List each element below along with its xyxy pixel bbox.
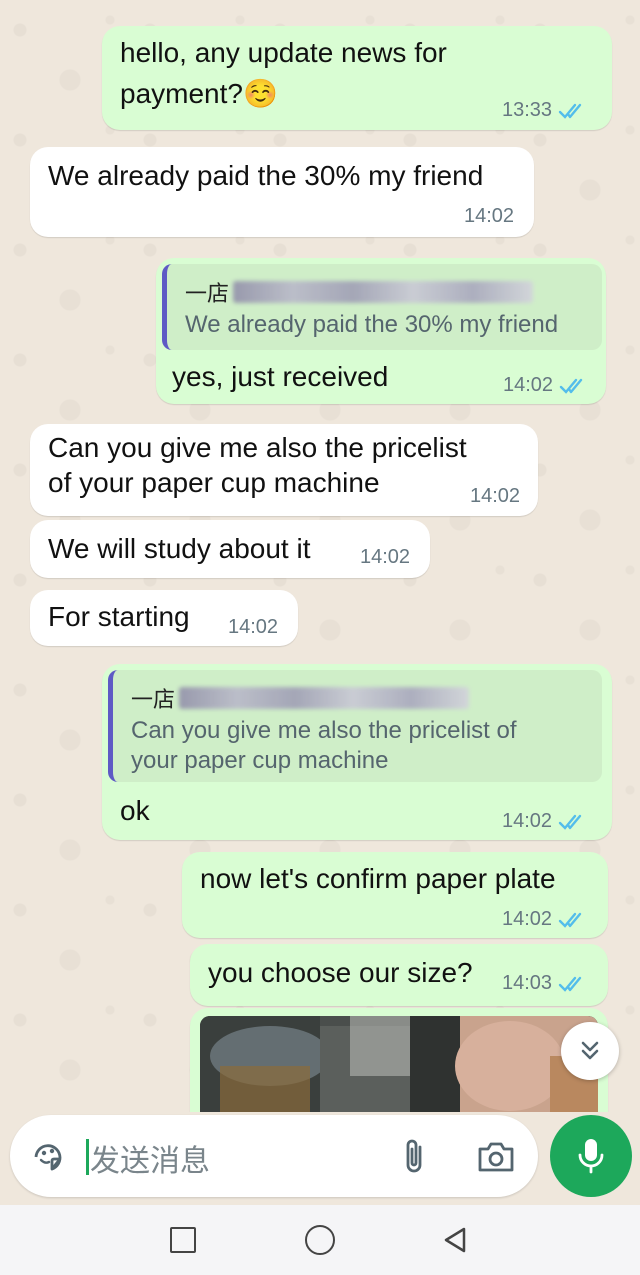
photo-thumbnail[interactable] xyxy=(200,1016,598,1112)
quoted-message[interactable]: 一店 We already paid the 30% my friend xyxy=(162,264,602,350)
read-ticks-icon xyxy=(558,912,582,928)
outgoing-message[interactable]: hello, any update news for payment?☺️ 13… xyxy=(102,26,612,130)
microphone-button[interactable] xyxy=(550,1115,632,1197)
message-text: For starting xyxy=(48,601,190,632)
message-meta: 14:03 xyxy=(502,972,588,995)
camera-icon[interactable] xyxy=(476,1139,516,1175)
message-meta: 14:02 xyxy=(502,810,588,833)
message-time: 14:02 xyxy=(470,485,521,507)
message-time: 13:33 xyxy=(502,99,553,121)
message-input[interactable]: 发送消息 xyxy=(90,1136,210,1180)
outgoing-message[interactable]: you choose our size? 14:03 xyxy=(190,944,608,1006)
message-meta: 14:02 xyxy=(464,205,514,228)
incoming-message[interactable]: For starting 14:02 xyxy=(30,590,298,646)
recents-square-icon[interactable] xyxy=(170,1227,196,1253)
chat-area[interactable]: hello, any update news for payment?☺️ 13… xyxy=(0,0,640,1112)
quoted-message[interactable]: 一店 Can you give me also the pricelist of… xyxy=(108,670,602,782)
message-text: now let's confirm paper plate xyxy=(200,863,556,894)
outgoing-reply-message[interactable]: 一店 We already paid the 30% my friend yes… xyxy=(156,258,606,404)
message-text: We already paid the 30% my friend xyxy=(48,160,484,191)
read-ticks-icon xyxy=(558,814,582,830)
message-time: 14:02 xyxy=(464,205,515,227)
read-ticks-icon xyxy=(558,103,582,119)
back-triangle-icon[interactable] xyxy=(440,1225,470,1255)
scroll-to-bottom-button[interactable] xyxy=(561,1022,619,1080)
message-time: 14:03 xyxy=(502,972,553,994)
read-ticks-icon xyxy=(559,378,583,394)
message-composer: 发送消息 xyxy=(10,1115,538,1197)
message-meta: 13:33 xyxy=(502,99,588,122)
incoming-message[interactable]: Can you give me also the pricelist of you… xyxy=(30,424,538,516)
photo-content xyxy=(200,1016,598,1112)
quote-text: We already paid the 30% my friend xyxy=(185,311,559,338)
message-time: 14:02 xyxy=(502,810,553,832)
outgoing-reply-message[interactable]: 一店 Can you give me also the pricelist of… xyxy=(102,664,612,840)
message-time: 14:02 xyxy=(503,374,554,396)
message-meta: 14:02 xyxy=(228,616,278,639)
outgoing-message[interactable]: now let's confirm paper plate 14:02 xyxy=(182,852,608,938)
system-navigation-bar xyxy=(0,1205,640,1275)
incoming-message[interactable]: We already paid the 30% my friend 14:02 xyxy=(30,147,534,237)
quote-text: Can you give me also the pricelist of you… xyxy=(131,717,517,774)
sticker-icon[interactable] xyxy=(30,1139,66,1175)
incoming-message[interactable]: We will study about it 14:02 xyxy=(30,520,430,578)
message-time: 14:02 xyxy=(502,908,553,930)
message-text: hello, any update news for payment?☺️ xyxy=(120,37,447,109)
message-meta: 14:02 xyxy=(502,908,588,931)
message-text: yes, just received xyxy=(172,361,389,392)
message-time: 14:02 xyxy=(228,616,279,638)
paperclip-icon[interactable] xyxy=(398,1137,432,1177)
double-chevron-down-icon xyxy=(581,1041,599,1060)
message-meta: 14:02 xyxy=(503,374,589,397)
message-meta: 14:02 xyxy=(360,546,410,569)
text-cursor xyxy=(86,1139,89,1175)
message-text: Can you give me also the pricelist of you… xyxy=(48,432,467,498)
message-meta: 14:02 xyxy=(470,485,520,508)
message-text: ok xyxy=(120,795,150,826)
quote-author: 一店 xyxy=(131,682,470,714)
microphone-icon xyxy=(578,1139,604,1174)
message-text: you choose our size? xyxy=(208,957,473,988)
outgoing-image-message[interactable] xyxy=(190,1008,608,1112)
message-text: We will study about it xyxy=(48,533,311,564)
home-circle-icon[interactable] xyxy=(305,1225,335,1255)
message-time: 14:02 xyxy=(360,546,411,568)
smiling-emoji: ☺️ xyxy=(242,78,278,109)
quote-author: 一店 xyxy=(185,276,534,308)
read-ticks-icon xyxy=(558,976,582,992)
